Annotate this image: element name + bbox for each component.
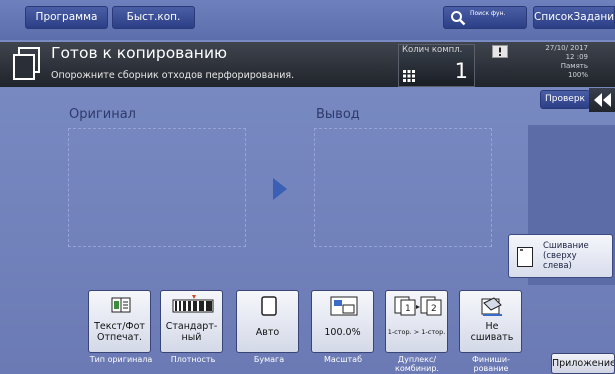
- arrow-right-icon: [273, 178, 287, 200]
- date-time-panel: 27/10/ 2017 12 :09 Память 100%: [526, 44, 588, 80]
- memory-label: Память: [560, 62, 588, 70]
- double-chevron-left-icon: [594, 93, 611, 107]
- original-type-caption: Тип оригинала: [89, 355, 153, 364]
- svg-text:2: 2: [431, 304, 437, 314]
- paper-caption: Бумага: [253, 355, 285, 364]
- warning-icon[interactable]: [492, 45, 508, 58]
- original-type-button[interactable]: Текст/Фот Отпечат.: [88, 290, 151, 353]
- memory-value: 100%: [567, 71, 588, 79]
- density-value: Стандарт-ный: [165, 321, 218, 343]
- zoom-value: 100.0%: [324, 327, 361, 338]
- copy-document-icon: [13, 47, 40, 80]
- keypad-icon: [403, 70, 415, 82]
- copies-value: 1: [454, 59, 468, 83]
- check-button[interactable]: Проверк: [540, 90, 590, 109]
- quick-copy-button[interactable]: Быст.коп.: [112, 6, 195, 29]
- original-type-value: Текст/Фот Отпечат.: [94, 321, 145, 343]
- search-function-button[interactable]: Поиск фун.: [443, 6, 527, 29]
- copies-count-field[interactable]: Колич компл. 1: [398, 44, 475, 87]
- collapse-panel-button[interactable]: [589, 88, 615, 112]
- output-preview: [314, 128, 492, 247]
- finishing-caption: Финиши-рование: [472, 355, 510, 373]
- density-caption: Плотность: [170, 355, 216, 364]
- program-button[interactable]: Программа: [25, 6, 108, 29]
- search-icon: [451, 11, 466, 26]
- duplex-button[interactable]: 1 2 1-стор. > 1-стор.: [385, 290, 448, 353]
- zoom-icon: [330, 296, 358, 316]
- duplex-value: 1-стор. > 1-стор.: [387, 328, 446, 336]
- finishing-icon: [481, 297, 502, 316]
- staple-top-left-button[interactable]: Сшивание (сверху слева): [508, 234, 613, 278]
- application-button[interactable]: Приложение: [551, 353, 615, 374]
- density-icon: [172, 295, 214, 313]
- original-label: Оригинал: [69, 107, 136, 122]
- density-button[interactable]: Стандарт-ный: [160, 290, 223, 353]
- original-preview: [68, 128, 246, 247]
- output-label: Вывод: [316, 107, 360, 122]
- status-title: Готов к копированию: [51, 44, 228, 62]
- duplex-caption: Дуплекс/ комбинир.: [395, 355, 439, 373]
- finishing-button[interactable]: Не сшивать: [459, 290, 522, 353]
- paper-value: Авто: [255, 327, 280, 338]
- duplex-icon: 1 2: [394, 296, 442, 316]
- time-text: 12 :09: [565, 53, 588, 61]
- finishing-value: Не сшивать: [470, 321, 514, 343]
- paper-button[interactable]: Авто: [236, 290, 299, 353]
- staple-label: Сшивание (сверху слева): [543, 241, 589, 271]
- job-list-button[interactable]: СписокЗаданий: [533, 6, 615, 29]
- document-type-icon: [111, 297, 131, 313]
- status-message: Опорожните сборник отходов перфорировани…: [51, 70, 295, 81]
- svg-text:1: 1: [405, 304, 411, 314]
- zoom-button[interactable]: 100.0%: [311, 290, 374, 353]
- staple-page-icon: [517, 247, 533, 267]
- search-label: Поиск фун.: [470, 10, 506, 17]
- copies-label: Колич компл.: [402, 45, 463, 55]
- paper-icon: [261, 296, 277, 316]
- zoom-caption: Масштаб: [323, 355, 363, 364]
- date-text: 27/10/ 2017: [545, 44, 588, 52]
